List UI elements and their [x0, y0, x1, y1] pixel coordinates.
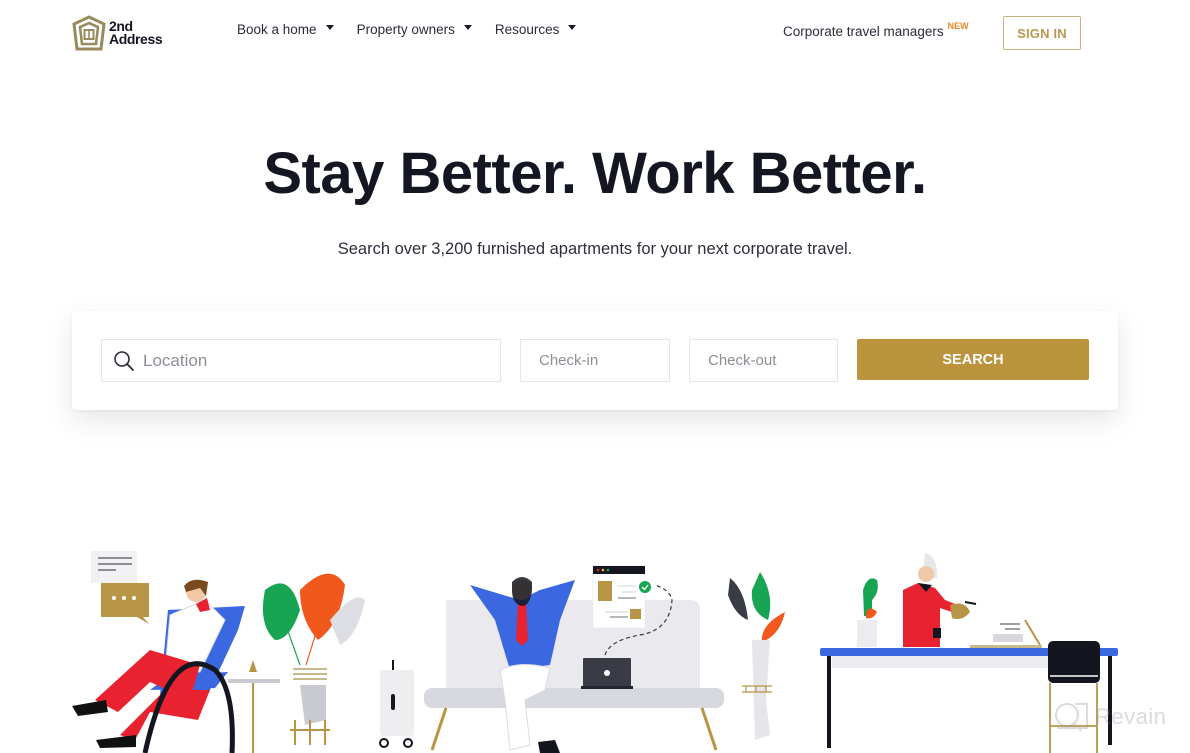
nav-label: Property owners [356, 22, 455, 37]
booking-card-icon [592, 565, 651, 629]
hero-title: Stay Better. Work Better. [263, 141, 927, 206]
house-logo-icon [72, 15, 106, 51]
location-field[interactable] [101, 339, 501, 382]
sign-in-button[interactable]: SIGN IN [1003, 16, 1081, 50]
location-input[interactable] [143, 340, 500, 381]
caret-down-icon [325, 25, 334, 30]
hero-subtitle: Search over 3,200 furnished apartments f… [337, 240, 853, 258]
search-icon [114, 350, 134, 371]
new-badge: NEW [947, 21, 969, 31]
logo-link[interactable]: 2nd Address [72, 15, 163, 51]
corporate-travel-managers-link[interactable]: Corporate travel managers NEW [783, 21, 969, 39]
revain-watermark: Revain [1053, 700, 1166, 734]
caret-down-icon [568, 25, 577, 30]
nav-book-a-home[interactable]: Book a home [237, 22, 334, 37]
main-nav: Book a home Property owners Resources [237, 22, 599, 37]
scene-lounge-chair [72, 551, 365, 753]
laptop-icon [581, 658, 633, 689]
nav-property-owners[interactable]: Property owners [357, 22, 472, 37]
check-in-input[interactable] [539, 340, 669, 381]
nav-label: Book a home [237, 22, 317, 37]
hero-illustration [72, 551, 1118, 753]
check-out-field[interactable] [689, 339, 838, 382]
suitcase-icon [379, 660, 414, 748]
watermark-text: Revain [1095, 704, 1167, 729]
logo-text: 2nd Address [109, 19, 163, 47]
nav-label: Resources [494, 22, 560, 37]
search-card: SEARCH [72, 311, 1118, 410]
check-out-input[interactable] [708, 340, 837, 381]
revain-logo-icon [1055, 703, 1088, 732]
nav-resources[interactable]: Resources [495, 22, 577, 37]
chat-bubble-icon [91, 551, 149, 624]
site-header: 2nd Address Book a home Property owners … [0, 0, 1190, 64]
caret-down-icon [463, 25, 472, 30]
check-in-field[interactable] [520, 339, 670, 382]
corporate-link-label: Corporate travel managers [783, 24, 944, 39]
logo-line2: Address [109, 31, 163, 47]
search-button[interactable]: SEARCH [857, 339, 1089, 380]
scene-sofa [379, 565, 785, 753]
